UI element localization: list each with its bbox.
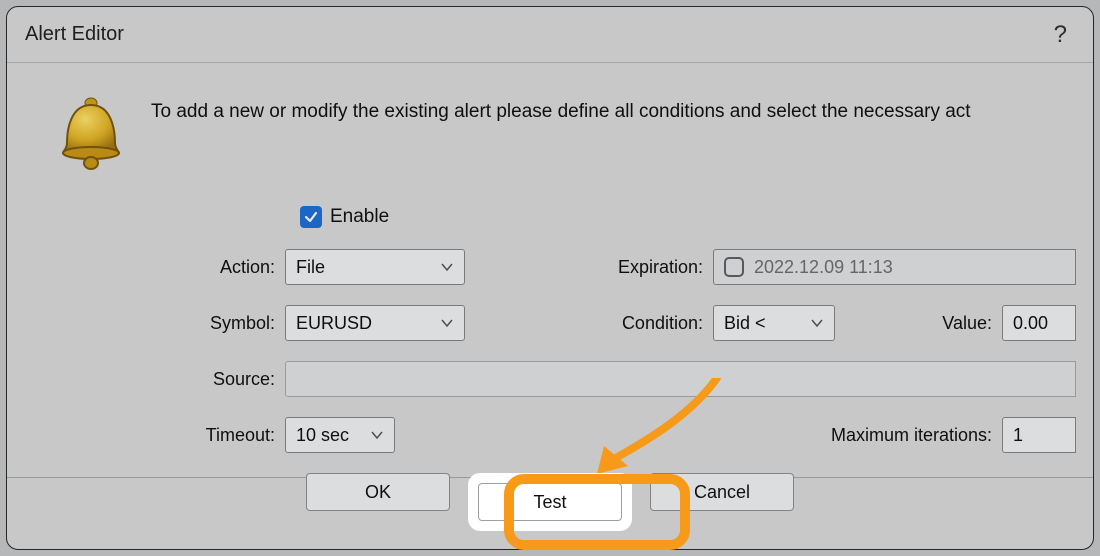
expiration-field[interactable]: 2022.12.09 11:13	[713, 249, 1076, 285]
titlebar: Alert Editor ?	[7, 7, 1093, 63]
test-button-highlight: Test	[468, 473, 632, 531]
source-row: Source:	[145, 351, 1075, 407]
symbol-label: Symbol:	[145, 313, 285, 334]
symbol-value: EURUSD	[296, 313, 372, 334]
timeout-value: 10 sec	[296, 425, 349, 446]
max-iterations-value: 1	[1013, 425, 1023, 446]
enable-checkbox[interactable]	[300, 206, 322, 228]
enable-label: Enable	[330, 206, 389, 228]
source-label: Source:	[145, 369, 285, 390]
ok-label: OK	[365, 482, 391, 503]
ok-button[interactable]: OK	[306, 473, 450, 511]
source-field[interactable]	[285, 361, 1076, 397]
timeout-label: Timeout:	[145, 425, 285, 446]
max-iterations-label: Maximum iterations:	[831, 425, 1002, 446]
condition-value: Bid <	[724, 313, 766, 334]
condition-select[interactable]: Bid <	[713, 305, 835, 341]
cancel-button[interactable]: Cancel	[650, 473, 794, 511]
expiration-checkbox[interactable]	[724, 257, 744, 277]
dialog-title: Alert Editor	[25, 23, 124, 46]
dialog-content: To add a new or modify the existing aler…	[7, 63, 1093, 478]
chevron-down-icon	[440, 315, 454, 331]
test-button[interactable]: Test	[478, 483, 622, 521]
intro-text: To add a new or modify the existing aler…	[151, 91, 971, 123]
value-input[interactable]: 0.00	[1002, 305, 1076, 341]
enable-row: Enable	[145, 195, 1075, 239]
action-row: Action: File Expiration: 2022.12.09 11:1…	[145, 239, 1075, 295]
action-label: Action:	[145, 257, 285, 278]
max-iterations-input[interactable]: 1	[1002, 417, 1076, 453]
chevron-down-icon	[440, 259, 454, 275]
form-area: Enable Action: File Expiration: 2022.12.…	[25, 189, 1075, 463]
cancel-label: Cancel	[694, 482, 750, 503]
chevron-down-icon	[370, 427, 384, 443]
test-label: Test	[533, 492, 566, 513]
condition-label: Condition:	[603, 313, 713, 334]
timeout-row: Timeout: 10 sec Maximum iterations: 1	[145, 407, 1075, 463]
expiration-value: 2022.12.09 11:13	[754, 257, 893, 278]
symbol-row: Symbol: EURUSD Condition: Bid < Value:	[145, 295, 1075, 351]
action-select[interactable]: File	[285, 249, 465, 285]
chevron-down-icon	[810, 315, 824, 331]
expiration-label: Expiration:	[603, 257, 713, 278]
button-row: OK Test Cancel	[7, 473, 1093, 531]
value-label: Value:	[932, 313, 1002, 334]
value-value: 0.00	[1013, 313, 1048, 334]
alert-editor-dialog: Alert Editor ?	[6, 6, 1094, 550]
action-value: File	[296, 257, 325, 278]
help-button[interactable]: ?	[1046, 21, 1075, 49]
bell-icon	[55, 91, 127, 171]
symbol-select[interactable]: EURUSD	[285, 305, 465, 341]
timeout-select[interactable]: 10 sec	[285, 417, 395, 453]
intro-row: To add a new or modify the existing aler…	[25, 81, 1075, 189]
